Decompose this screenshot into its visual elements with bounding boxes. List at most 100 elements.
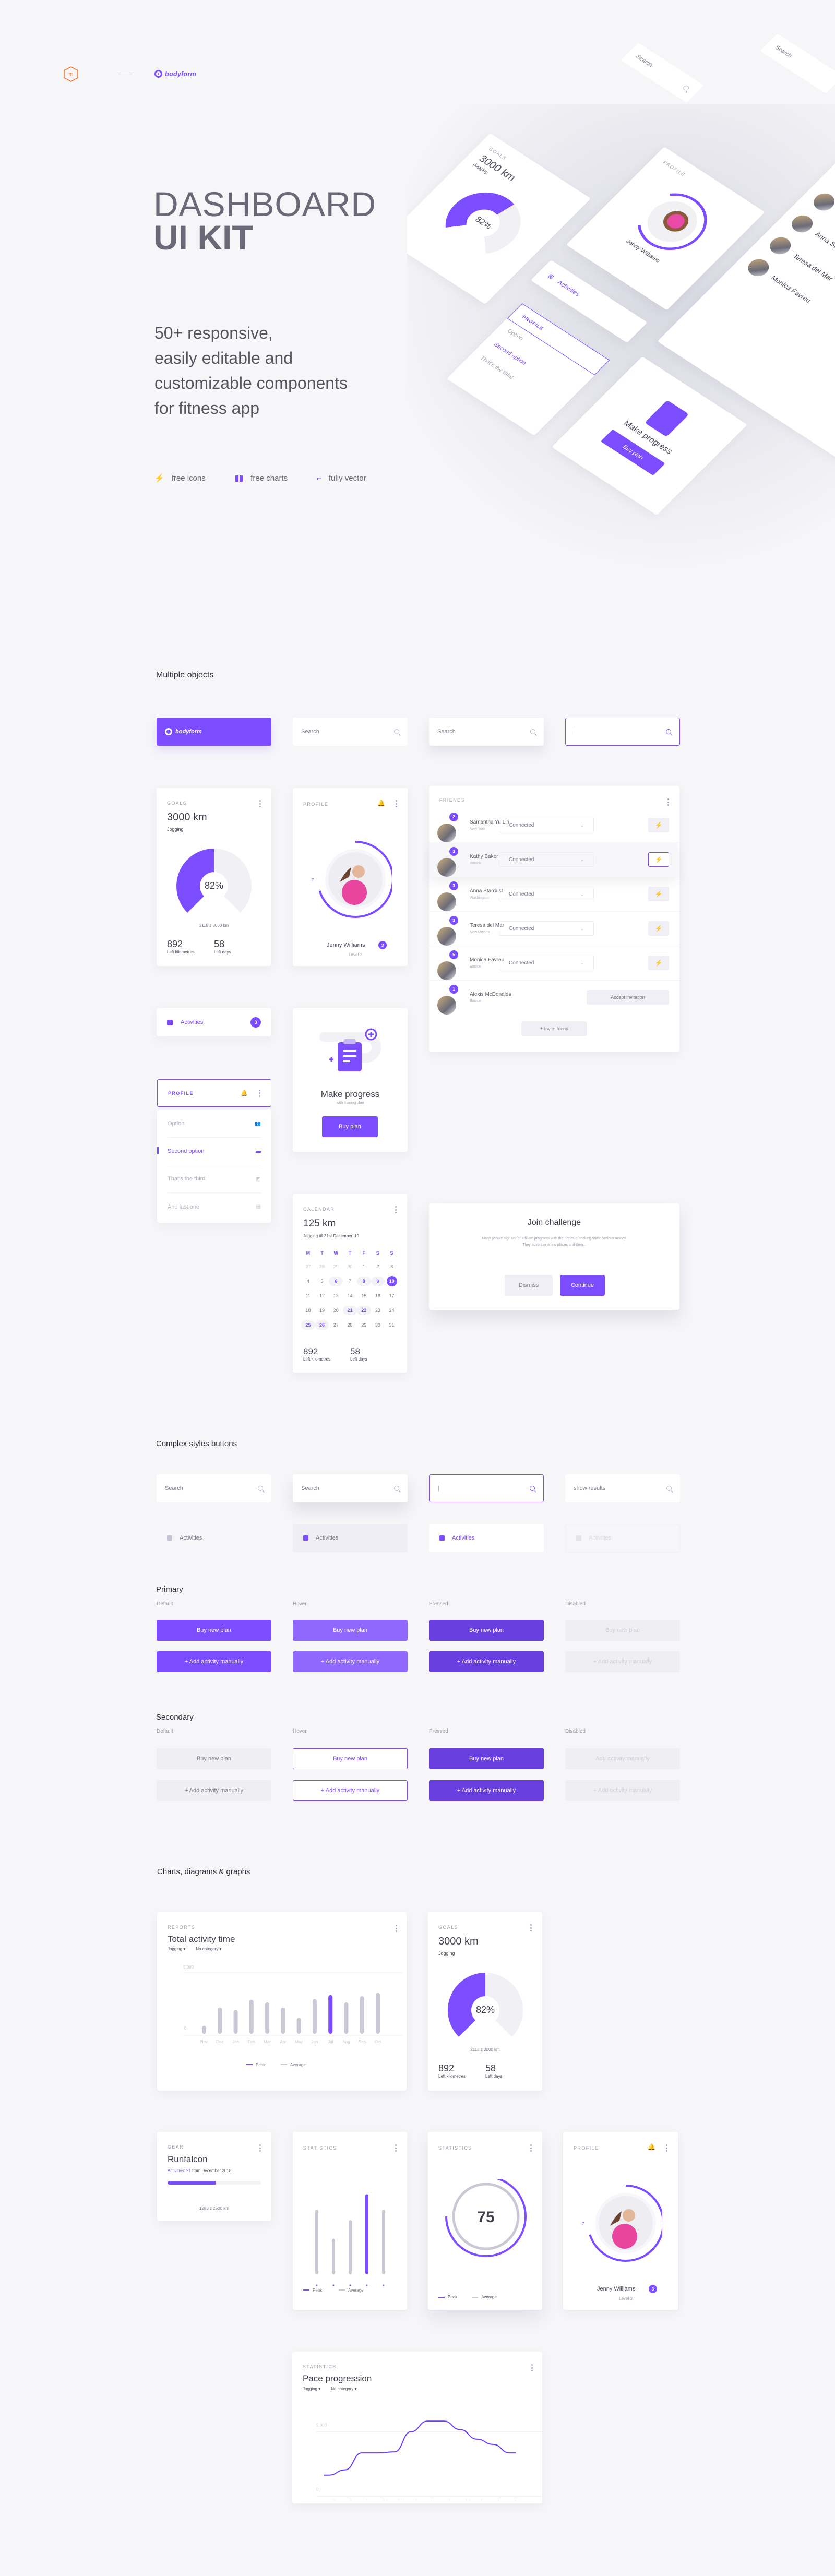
more-icon[interactable]: [530, 2144, 532, 2152]
accept-invitation-button[interactable]: Accept invitation: [587, 990, 669, 1005]
buy-plan-button[interactable]: Buy plan: [322, 1116, 378, 1137]
bell-icon[interactable]: 🔔: [241, 1090, 248, 1096]
calendar-day[interactable]: 4: [301, 1277, 315, 1286]
filter-dropdown[interactable]: Jogging ▾: [303, 2387, 320, 2391]
calendar-day[interactable]: 17: [385, 1291, 399, 1301]
calendar-day[interactable]: 1: [357, 1262, 371, 1271]
calendar-day[interactable]: 21: [343, 1306, 357, 1315]
calendar-day[interactable]: 16: [371, 1291, 385, 1301]
primary-add-default[interactable]: + Add activity manually: [157, 1651, 271, 1672]
more-icon[interactable]: [530, 1924, 532, 1931]
more-icon[interactable]: [395, 1925, 397, 1932]
secondary-buy-pressed[interactable]: Buy new plan: [429, 1748, 544, 1769]
calendar-day[interactable]: 2: [371, 1262, 385, 1271]
search-results[interactable]: show results: [565, 1474, 680, 1502]
calendar-day[interactable]: 10: [386, 1276, 397, 1286]
lightning-button[interactable]: ⚡: [648, 852, 669, 867]
calendar-day[interactable]: 19: [315, 1306, 329, 1315]
bell-icon[interactable]: 🔔: [648, 2143, 655, 2151]
more-icon[interactable]: [259, 800, 261, 807]
profile-menu-header[interactable]: PROFILE 🔔: [157, 1079, 271, 1107]
calendar-day[interactable]: 24: [385, 1306, 399, 1315]
calendar-day[interactable]: 12: [315, 1291, 329, 1301]
calendar-day[interactable]: 23: [371, 1306, 385, 1315]
secondary-add-default[interactable]: + Add activity manually: [157, 1780, 271, 1801]
secondary-add-hover[interactable]: + Add activity manually: [293, 1780, 408, 1801]
more-icon[interactable]: [667, 798, 669, 806]
calendar-day[interactable]: 27: [329, 1320, 343, 1330]
calendar-day[interactable]: 26: [315, 1320, 329, 1330]
primary-buy-hover[interactable]: Buy new plan: [293, 1620, 408, 1641]
connection-status-select[interactable]: Connected ⌄: [499, 818, 594, 832]
more-icon[interactable]: [395, 1206, 397, 1213]
more-icon[interactable]: [395, 800, 397, 807]
calendar-day[interactable]: 5: [315, 1277, 329, 1286]
calendar-day[interactable]: 27: [301, 1262, 315, 1271]
search-hover[interactable]: Search: [293, 1474, 408, 1502]
calendar-day[interactable]: 8: [356, 1277, 371, 1286]
activities-active[interactable]: Activities: [429, 1524, 544, 1552]
lightning-button[interactable]: ⚡: [648, 921, 669, 936]
search-input-focused[interactable]: |: [565, 718, 680, 746]
activities-hover[interactable]: Activities: [293, 1524, 408, 1552]
hero-search[interactable]: Search: [621, 42, 704, 103]
connection-status-select[interactable]: Connected ⌄: [499, 852, 594, 867]
dismiss-button[interactable]: Dismiss: [505, 1275, 553, 1296]
filter-dropdown[interactable]: No category ▾: [331, 2387, 356, 2391]
primary-buy-pressed[interactable]: Buy new plan: [429, 1620, 544, 1641]
lightning-button[interactable]: ⚡: [648, 956, 669, 970]
invite-friend-button[interactable]: + Invite friend: [521, 1021, 587, 1036]
more-icon[interactable]: [259, 2144, 261, 2152]
calendar-day[interactable]: 3: [385, 1262, 399, 1271]
secondary-buy-default[interactable]: Buy new plan: [157, 1748, 271, 1769]
calendar-day[interactable]: 11: [301, 1291, 315, 1301]
calendar-day[interactable]: 13: [329, 1291, 343, 1301]
menu-option[interactable]: Second option ▬: [157, 1138, 261, 1165]
brand-bar[interactable]: bodyform: [157, 718, 271, 746]
connection-status-select[interactable]: Connected ⌄: [499, 887, 594, 901]
search-input-hover[interactable]: Search: [429, 718, 544, 746]
calendar-day[interactable]: 28: [315, 1262, 329, 1271]
calendar-day[interactable]: 14: [343, 1291, 357, 1301]
bell-icon[interactable]: 🔔: [377, 800, 385, 807]
search-default[interactable]: Search: [157, 1474, 271, 1502]
search-input-default[interactable]: Search: [293, 718, 408, 746]
more-icon[interactable]: [665, 2144, 667, 2152]
menu-option[interactable]: And last one ▤: [168, 1193, 261, 1221]
more-icon[interactable]: [531, 2364, 533, 2371]
primary-add-pressed[interactable]: + Add activity manually: [429, 1651, 544, 1672]
filter-dropdown[interactable]: No category ▾: [196, 1947, 221, 1951]
lightning-button[interactable]: ⚡: [648, 818, 669, 832]
calendar-day[interactable]: 18: [301, 1306, 315, 1315]
menu-option[interactable]: That's the third ◩: [168, 1165, 261, 1193]
lightning-button[interactable]: ⚡: [648, 887, 669, 901]
calendar-day[interactable]: 29: [329, 1262, 343, 1271]
search-focused[interactable]: |: [429, 1474, 544, 1502]
calendar-day[interactable]: 20: [329, 1306, 343, 1315]
connection-status-select[interactable]: Connected ⌄: [499, 956, 594, 970]
calendar-day[interactable]: 28: [343, 1320, 357, 1330]
calendar-day[interactable]: 7: [343, 1277, 357, 1286]
primary-add-hover[interactable]: + Add activity manually: [293, 1651, 408, 1672]
calendar-day[interactable]: 29: [357, 1320, 371, 1330]
continue-button[interactable]: Continue: [560, 1275, 605, 1296]
calendar-day[interactable]: 30: [371, 1320, 385, 1330]
calendar-day[interactable]: 22: [356, 1306, 371, 1315]
secondary-add-pressed[interactable]: + Add activity manually: [429, 1780, 544, 1801]
hero-search-2[interactable]: Search: [760, 33, 835, 94]
more-icon[interactable]: [395, 2144, 397, 2152]
calendar-day[interactable]: 9: [371, 1277, 385, 1286]
primary-buy-default[interactable]: Buy new plan: [157, 1620, 271, 1641]
calendar-day[interactable]: 31: [385, 1320, 399, 1330]
activities-default[interactable]: Activities: [157, 1524, 271, 1552]
connection-status-select[interactable]: Connected ⌄: [499, 921, 594, 936]
more-icon[interactable]: [258, 1089, 260, 1097]
calendar-day[interactable]: 25: [301, 1320, 315, 1330]
calendar-day[interactable]: 6: [329, 1277, 343, 1286]
menu-option[interactable]: Option 👥: [168, 1110, 261, 1138]
calendar-day[interactable]: 15: [357, 1291, 371, 1301]
activities-item[interactable]: ~ Activities 3: [157, 1008, 271, 1036]
filter-dropdown[interactable]: Jogging ▾: [168, 1947, 185, 1951]
secondary-buy-hover[interactable]: Buy new plan: [293, 1748, 408, 1769]
calendar-day[interactable]: 30: [343, 1262, 357, 1271]
